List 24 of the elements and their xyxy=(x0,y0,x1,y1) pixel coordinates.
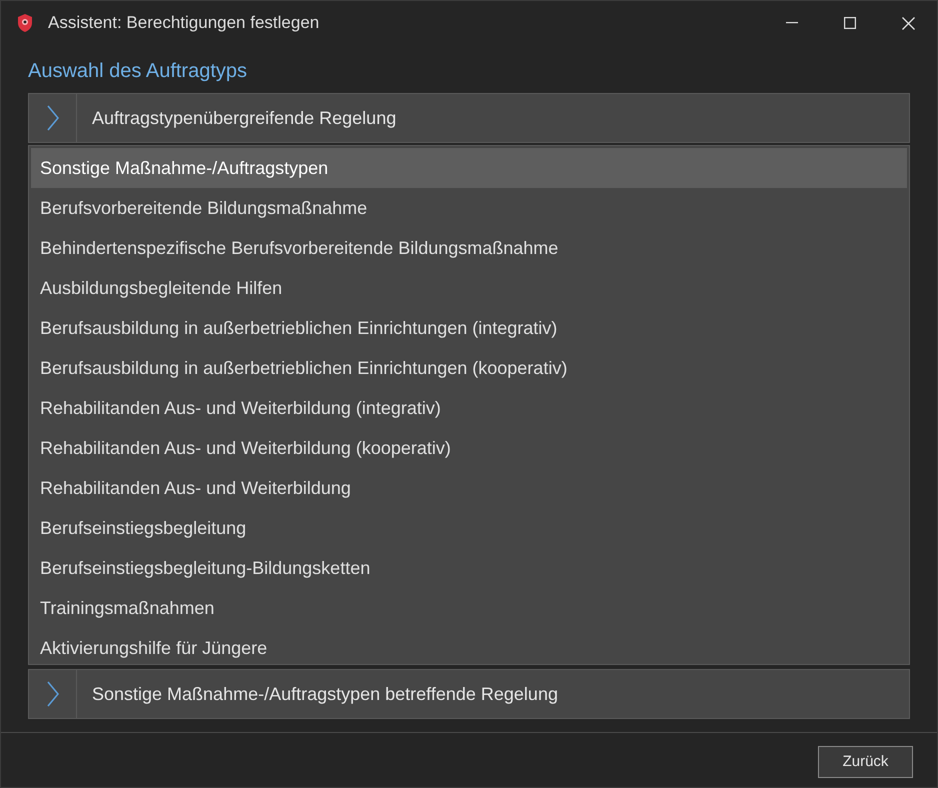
list-item[interactable]: Berufsausbildung in außerbetrieblichen Einrichtungen (integrativ) xyxy=(31,308,907,348)
section-expander[interactable]: Auftragstypenübergreifende Regelung xyxy=(28,93,910,143)
list-item[interactable]: Aktivierungshilfe für Jüngere xyxy=(31,628,907,664)
list-item[interactable]: Behindertenspezifische Berufsvorbereitende Bildungsmaßnahme xyxy=(31,228,907,268)
window-title: Assistent: Berechtigungen festlegen xyxy=(48,12,320,34)
minimize-icon xyxy=(786,22,798,24)
list-item[interactable]: Trainingsmaßnahmen xyxy=(31,588,907,628)
section-heading: Auswahl des Auftragtyps xyxy=(28,59,248,84)
list-item[interactable]: Rehabilitanden Aus- und Weiterbildung (integrativ) xyxy=(31,388,907,428)
chevron-right-icon xyxy=(46,681,58,707)
list-item[interactable]: Rehabilitanden Aus- und Weiterbildung xyxy=(31,468,907,508)
list-item[interactable]: Sonstige Maßnahme-/Auftragstypen xyxy=(31,148,907,188)
shield-icon xyxy=(16,13,34,33)
chevron-right-icon xyxy=(46,105,58,131)
list-item[interactable]: Berufseinstiegsbegleitung xyxy=(31,508,907,548)
maximize-icon xyxy=(844,17,856,29)
list-item[interactable]: Berufsausbildung in außerbetrieblichen Einrichtungen (kooperativ) xyxy=(31,348,907,388)
list-item[interactable]: Berufsvorbereitende Bildungsmaßnahme xyxy=(31,188,907,228)
list-item[interactable]: Ausbildungsbegleitende Hilfen xyxy=(31,268,907,308)
list-item[interactable]: Berufseinstiegsbegleitung-Bildungsketten xyxy=(31,548,907,588)
close-icon xyxy=(902,16,914,30)
back-button[interactable]: Zurück xyxy=(818,746,913,778)
list-item[interactable]: Rehabilitanden Aus- und Weiterbildung (kooperativ) xyxy=(31,428,907,468)
section-expander[interactable]: Sonstige Maßnahme-/Auftragstypen betreffende Regelung xyxy=(28,669,910,719)
